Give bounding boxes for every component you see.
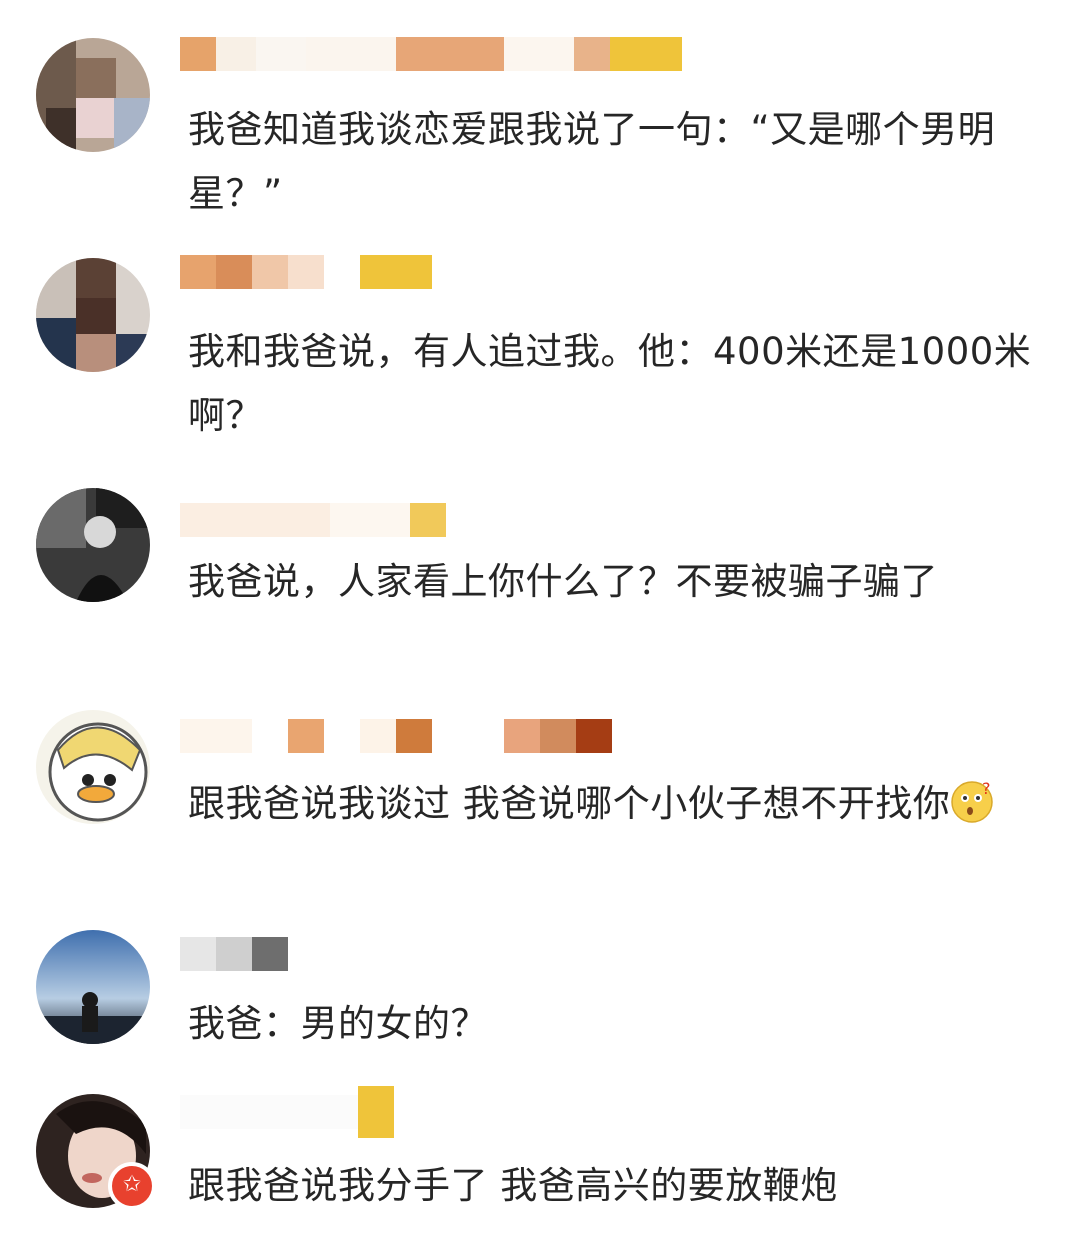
username-redacted[interactable] [180, 254, 432, 290]
username-redacted[interactable] [180, 936, 288, 972]
comment-text: 我爸说，人家看上你什么了？不要被骗子骗了 [188, 560, 938, 603]
comment-text: 我爸知道我谈恋爱跟我说了一句：“又是哪个男明星？” [188, 108, 996, 215]
avatar[interactable] [36, 258, 150, 372]
svg-text:?: ? [982, 780, 991, 798]
username-redacted[interactable] [180, 718, 612, 754]
avatar[interactable] [36, 710, 150, 824]
username-redacted[interactable] [180, 502, 446, 538]
username-redacted[interactable] [180, 1086, 394, 1138]
comment-text: 我和我爸说，有人追过我。他：400米还是1000米啊？ [188, 330, 1032, 437]
comment-text-content: 跟我爸说我谈过 我爸说哪个小伙子想不开找你 [188, 782, 951, 825]
comment-text: 我爸：男的女的？ [188, 1002, 488, 1045]
avatar[interactable] [36, 488, 150, 602]
comment-text: 跟我爸说我分手了 我爸高兴的要放鞭炮 [188, 1164, 838, 1207]
comment-text: 跟我爸说我谈过 我爸说哪个小伙子想不开找你 ? [188, 772, 1048, 836]
thinking-face-emoji: ? [951, 780, 994, 823]
avatar[interactable] [36, 38, 150, 152]
avatar[interactable] [36, 930, 150, 1044]
verified-badge-icon: ✩ [108, 1162, 156, 1210]
username-redacted[interactable] [180, 36, 682, 72]
